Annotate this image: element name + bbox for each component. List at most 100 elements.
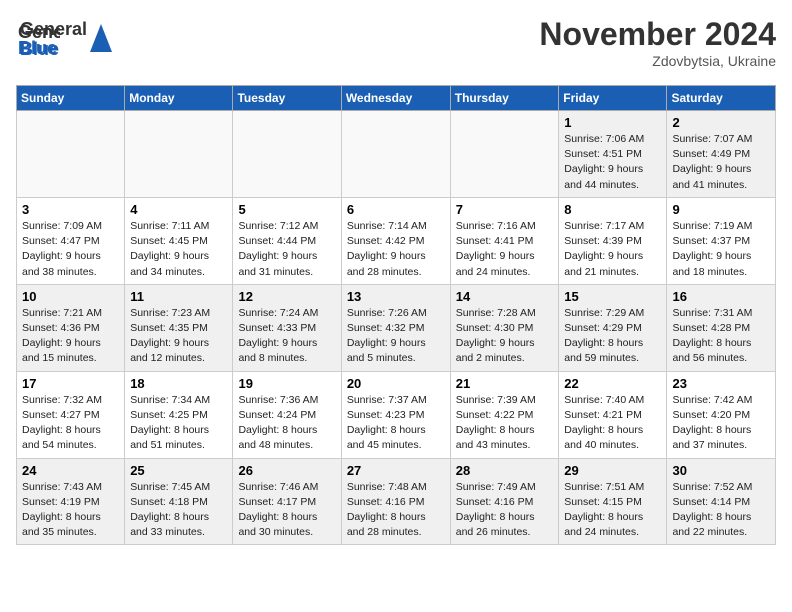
day-number: 12: [238, 289, 335, 304]
day-number: 15: [564, 289, 661, 304]
day-info: Sunrise: 7:46 AMSunset: 4:17 PMDaylight:…: [238, 480, 335, 541]
location: Zdovbytsia, Ukraine: [539, 53, 776, 69]
day-number: 29: [564, 463, 661, 478]
logo-blue: Blue: [20, 40, 87, 60]
day-info: Sunrise: 7:42 AMSunset: 4:20 PMDaylight:…: [672, 393, 770, 454]
table-row: 12 Sunrise: 7:24 AMSunset: 4:33 PMDayligh…: [233, 284, 341, 371]
table-row: 8 Sunrise: 7:17 AMSunset: 4:39 PMDaylight…: [559, 197, 667, 284]
table-row: 13Sunrise: 7:26 AMSunset: 4:32 PMDayligh…: [341, 284, 450, 371]
day-info: Sunrise: 7:28 AMSunset: 4:30 PMDaylight:…: [456, 306, 554, 367]
table-row: 14 Sunrise: 7:28 AMSunset: 4:30 PMDayligh…: [450, 284, 559, 371]
day-number: 21: [456, 376, 554, 391]
day-number: 24: [22, 463, 119, 478]
header-sunday: Sunday: [17, 86, 125, 111]
day-number: 28: [456, 463, 554, 478]
header-saturday: Saturday: [667, 86, 776, 111]
logo-general: General: [20, 20, 87, 40]
day-number: 19: [238, 376, 335, 391]
day-info: Sunrise: 7:26 AMSunset: 4:32 PMDaylight:…: [347, 306, 445, 367]
day-info: Sunrise: 7:32 AMSunset: 4:27 PMDaylight:…: [22, 393, 119, 454]
day-number: 23: [672, 376, 770, 391]
table-row: [450, 111, 559, 198]
table-row: 19 Sunrise: 7:36 AMSunset: 4:24 PMDayligh…: [233, 371, 341, 458]
day-number: 27: [347, 463, 445, 478]
header-monday: Monday: [125, 86, 233, 111]
table-row: 6Sunrise: 7:14 AMSunset: 4:42 PMDaylight…: [341, 197, 450, 284]
page-header: General Blue November 2024 Zdovbytsia, U…: [16, 16, 776, 69]
table-row: 17 Sunrise: 7:32 AMSunset: 4:27 PMDayligh…: [17, 371, 125, 458]
day-number: 16: [672, 289, 770, 304]
header-tuesday: Tuesday: [233, 86, 341, 111]
title-block: November 2024 Zdovbytsia, Ukraine: [539, 16, 776, 69]
day-info: Sunrise: 7:45 AMSunset: 4:18 PMDaylight:…: [130, 480, 227, 541]
calendar-week-row: 17 Sunrise: 7:32 AMSunset: 4:27 PMDayligh…: [17, 371, 776, 458]
day-number: 9: [672, 202, 770, 217]
table-row: 11Sunrise: 7:23 AMSunset: 4:35 PMDayligh…: [125, 284, 233, 371]
day-info: Sunrise: 7:34 AMSunset: 4:25 PMDaylight:…: [130, 393, 227, 454]
table-row: 25 Sunrise: 7:45 AMSunset: 4:18 PMDayligh…: [125, 458, 233, 545]
header-friday: Friday: [559, 86, 667, 111]
day-number: 2: [672, 115, 770, 130]
day-info: Sunrise: 7:40 AMSunset: 4:21 PMDaylight:…: [564, 393, 661, 454]
day-number: 3: [22, 202, 119, 217]
day-info: Sunrise: 7:48 AMSunset: 4:16 PMDaylight:…: [347, 480, 445, 541]
day-number: 22: [564, 376, 661, 391]
table-row: 1 Sunrise: 7:06 AMSunset: 4:51 PMDaylight…: [559, 111, 667, 198]
day-info: Sunrise: 7:29 AMSunset: 4:29 PMDaylight:…: [564, 306, 661, 367]
table-row: 16 Sunrise: 7:31 AMSunset: 4:28 PMDayligh…: [667, 284, 776, 371]
table-row: [341, 111, 450, 198]
header-thursday: Thursday: [450, 86, 559, 111]
table-row: 15 Sunrise: 7:29 AMSunset: 4:29 PMDayligh…: [559, 284, 667, 371]
day-number: 5: [238, 202, 335, 217]
day-info: Sunrise: 7:49 AMSunset: 4:16 PMDaylight:…: [456, 480, 554, 541]
calendar-week-row: 3 Sunrise: 7:09 AMSunset: 4:47 PMDaylight…: [17, 197, 776, 284]
logo-arrow-icon: [90, 24, 112, 52]
day-number: 17: [22, 376, 119, 391]
table-row: [17, 111, 125, 198]
table-row: 30 Sunrise: 7:52 AMSunset: 4:14 PMDayligh…: [667, 458, 776, 545]
day-info: Sunrise: 7:24 AMSunset: 4:33 PMDaylight:…: [238, 306, 335, 367]
day-info: Sunrise: 7:19 AMSunset: 4:37 PMDaylight:…: [672, 219, 770, 280]
day-number: 1: [564, 115, 661, 130]
day-number: 10: [22, 289, 119, 304]
day-info: Sunrise: 7:14 AMSunset: 4:42 PMDaylight:…: [347, 219, 445, 280]
header-wednesday: Wednesday: [341, 86, 450, 111]
day-info: Sunrise: 7:07 AMSunset: 4:49 PMDaylight:…: [672, 132, 770, 193]
logo-text: General Blue: [20, 20, 87, 60]
day-info: Sunrise: 7:12 AMSunset: 4:44 PMDaylight:…: [238, 219, 335, 280]
table-row: 21 Sunrise: 7:39 AMSunset: 4:22 PMDayligh…: [450, 371, 559, 458]
day-info: Sunrise: 7:43 AMSunset: 4:19 PMDaylight:…: [22, 480, 119, 541]
calendar-week-row: 10 Sunrise: 7:21 AMSunset: 4:36 PMDayligh…: [17, 284, 776, 371]
day-info: Sunrise: 7:09 AMSunset: 4:47 PMDaylight:…: [22, 219, 119, 280]
table-row: 23 Sunrise: 7:42 AMSunset: 4:20 PMDayligh…: [667, 371, 776, 458]
day-info: Sunrise: 7:36 AMSunset: 4:24 PMDaylight:…: [238, 393, 335, 454]
day-info: Sunrise: 7:16 AMSunset: 4:41 PMDaylight:…: [456, 219, 554, 280]
table-row: 20 Sunrise: 7:37 AMSunset: 4:23 PMDayligh…: [341, 371, 450, 458]
day-number: 14: [456, 289, 554, 304]
day-number: 18: [130, 376, 227, 391]
day-info: Sunrise: 7:37 AMSunset: 4:23 PMDaylight:…: [347, 393, 445, 454]
day-number: 25: [130, 463, 227, 478]
table-row: 27 Sunrise: 7:48 AMSunset: 4:16 PMDayligh…: [341, 458, 450, 545]
day-number: 4: [130, 202, 227, 217]
day-info: Sunrise: 7:06 AMSunset: 4:51 PMDaylight:…: [564, 132, 661, 193]
day-info: Sunrise: 7:21 AMSunset: 4:36 PMDaylight:…: [22, 306, 119, 367]
table-row: 10 Sunrise: 7:21 AMSunset: 4:36 PMDayligh…: [17, 284, 125, 371]
table-row: 26Sunrise: 7:46 AMSunset: 4:17 PMDayligh…: [233, 458, 341, 545]
day-info: Sunrise: 7:52 AMSunset: 4:14 PMDaylight:…: [672, 480, 770, 541]
table-row: 3 Sunrise: 7:09 AMSunset: 4:47 PMDaylight…: [17, 197, 125, 284]
day-number: 8: [564, 202, 661, 217]
calendar-week-row: 24 Sunrise: 7:43 AMSunset: 4:19 PMDayligh…: [17, 458, 776, 545]
table-row: 5 Sunrise: 7:12 AMSunset: 4:44 PMDaylight…: [233, 197, 341, 284]
table-row: 28 Sunrise: 7:49 AMSunset: 4:16 PMDayligh…: [450, 458, 559, 545]
calendar-table: Sunday Monday Tuesday Wednesday Thursday…: [16, 85, 776, 545]
day-number: 30: [672, 463, 770, 478]
table-row: 7Sunrise: 7:16 AMSunset: 4:41 PMDaylight…: [450, 197, 559, 284]
table-row: 18 Sunrise: 7:34 AMSunset: 4:25 PMDayligh…: [125, 371, 233, 458]
day-info: Sunrise: 7:17 AMSunset: 4:39 PMDaylight:…: [564, 219, 661, 280]
table-row: [233, 111, 341, 198]
day-info: Sunrise: 7:39 AMSunset: 4:22 PMDaylight:…: [456, 393, 554, 454]
table-row: 9 Sunrise: 7:19 AMSunset: 4:37 PMDaylight…: [667, 197, 776, 284]
day-number: 20: [347, 376, 445, 391]
day-info: Sunrise: 7:31 AMSunset: 4:28 PMDaylight:…: [672, 306, 770, 367]
